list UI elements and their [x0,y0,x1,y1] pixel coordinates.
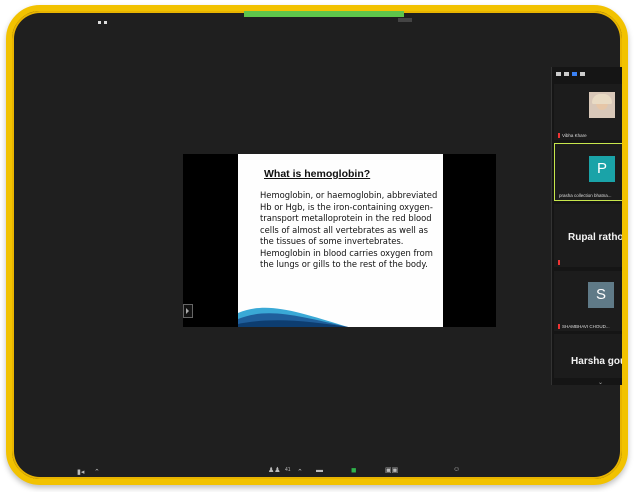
share-screen-icon[interactable]: ■ [351,465,356,475]
participants-count: 41 [285,467,291,473]
share-navigation-arrow[interactable] [183,304,193,318]
screen-share-indicator[interactable] [244,11,404,17]
slide-title: What is hemoglobin? [264,168,371,180]
participant-name: Vibha Khare [558,133,587,138]
meeting-info-indicator[interactable] [398,18,412,22]
slide-wave-graphic [238,307,348,327]
participants-icon[interactable]: ♟♟ [268,466,281,474]
speaker-view-icon[interactable] [572,72,577,76]
participants-options-chevron-icon[interactable]: ⌃ [297,468,303,476]
participant-avatar: P [589,156,615,182]
participant-tile-prasha[interactable]: P prasha collection bhatna... [554,143,622,201]
presentation-slide: What is hemoglobin? Hemoglobin, or haemo… [238,154,443,327]
camera-options-chevron-icon[interactable]: ⌃ [94,468,100,476]
participant-name: prasha collection bhatna... [559,193,612,198]
slide-body: Hemoglobin, or haemoglobin, abbreviated … [260,190,438,269]
participant-photo [589,92,615,118]
participant-tile-rupal[interactable]: Rupal rathore [554,204,628,267]
muted-mic-icon [558,133,560,138]
participant-tile-shambhavi[interactable]: S SHAMBHAVI CHOUD... [554,271,622,331]
chevron-down-icon[interactable]: ⌄ [598,379,603,386]
muted-mic-icon [558,324,560,329]
meeting-window: What is hemoglobin? Hemoglobin, or haemo… [6,5,628,485]
muted-mic-icon [558,260,560,265]
participant-avatar: S [588,282,614,308]
view-icon[interactable] [564,72,569,76]
minimize-icon[interactable] [556,72,561,76]
gallery-icon[interactable] [580,72,585,76]
participant-name: SHAMBHAVI CHOUD... [558,324,610,329]
participant-name: Harsha gour [571,356,628,367]
muted-indicator [558,260,562,265]
panel-header [552,67,622,81]
record-icon[interactable]: ▣▣ [385,466,398,474]
participant-tile-vibha[interactable]: Vibha Khare [554,84,622,140]
participants-panel: Vibha Khare P prasha collection bhatna..… [551,67,628,386]
participant-tile-harsha[interactable]: Harsha gour [554,334,628,378]
camera-icon[interactable]: ▮◂ [77,468,84,476]
shared-screen: What is hemoglobin? Hemoglobin, or haemo… [183,154,496,327]
chat-icon[interactable]: ▬ [316,467,323,474]
reactions-icon[interactable]: ☺ [453,466,460,473]
window-controls[interactable] [98,21,107,24]
participant-name: Rupal rathore [567,232,628,243]
